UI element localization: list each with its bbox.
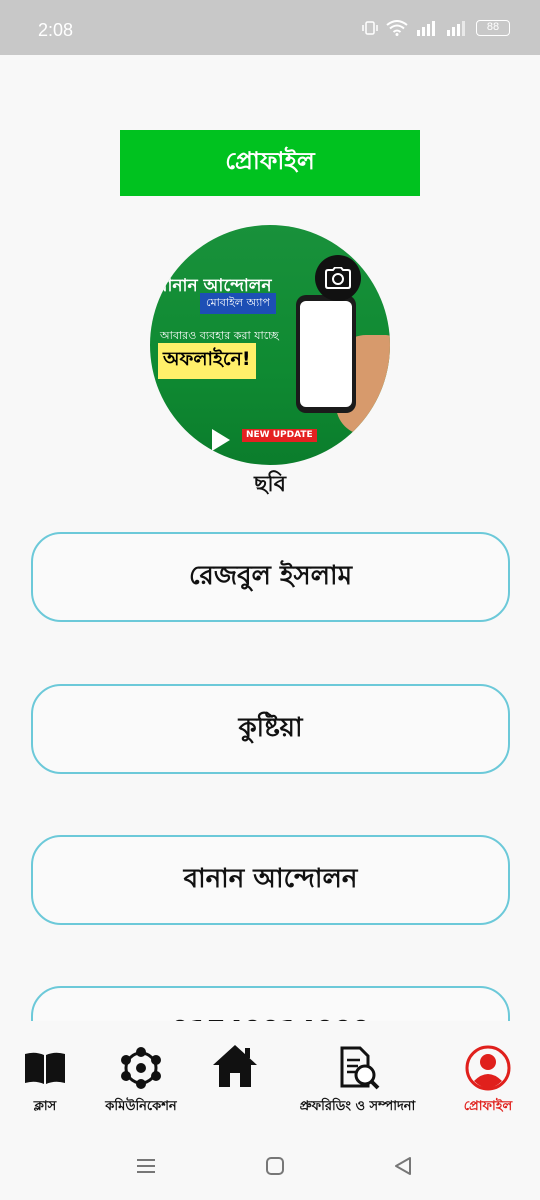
menu-icon[interactable] — [135, 1155, 157, 1177]
status-bar: 2:08 88 — [0, 0, 540, 55]
bottom-nav: ক্লাস কমিউনিকেশন প্রুফরিডিং ও সম্পাদনা প… — [0, 1021, 540, 1135]
name-field[interactable]: রেজবুল ইসলাম — [31, 532, 510, 622]
new-update-badge: NEW UPDATE — [242, 429, 317, 442]
nav-item-class[interactable]: ক্লাস — [10, 1021, 80, 1135]
vibrate-icon — [362, 21, 378, 35]
book-icon — [25, 1052, 65, 1084]
nav-item-communication[interactable]: কমিউনিকেশন — [85, 1021, 197, 1135]
photo-label: ছবি — [254, 472, 286, 497]
profile-content[interactable]: প্রোফাইল বানান আন্দোলন মোবাইল অ্যাপ আবার… — [0, 55, 540, 1021]
home-nav-icon[interactable] — [264, 1155, 286, 1177]
nav-label-proofreading: প্রুফরিডিং ও সম্পাদনা — [299, 1099, 416, 1114]
signal-icon — [417, 21, 435, 36]
status-icons: 88 — [362, 20, 510, 36]
camera-icon — [325, 267, 351, 289]
document-search-icon — [340, 1046, 379, 1090]
page-title: প্রোফাইল — [120, 130, 420, 196]
signal-icon-2 — [447, 21, 465, 36]
district-field[interactable]: কুষ্টিয়া — [31, 684, 510, 774]
nav-item-profile[interactable]: প্রোফাইল — [448, 1021, 528, 1135]
play-store-icon — [212, 429, 230, 451]
banner-highlight: অফলাইনে! — [158, 343, 256, 379]
wifi-icon — [386, 20, 408, 36]
camera-button[interactable] — [315, 255, 361, 301]
back-icon[interactable] — [392, 1155, 414, 1177]
phone-field[interactable]: 01740014000 — [31, 986, 510, 1021]
network-icon — [121, 1047, 161, 1089]
battery-icon: 88 — [476, 20, 510, 36]
home-icon — [213, 1045, 257, 1087]
nav-label-communication: কমিউনিকেশন — [105, 1099, 177, 1114]
user-icon — [465, 1045, 511, 1091]
status-time: 2:08 — [38, 20, 74, 40]
organization-field[interactable]: বানান আন্দোলন — [31, 835, 510, 925]
nav-label-profile: প্রোফাইল — [463, 1099, 513, 1114]
nav-item-proofreading[interactable]: প্রুফরিডিং ও সম্পাদনা — [275, 1021, 440, 1135]
system-nav-bar — [0, 1135, 540, 1200]
phone-illustration — [296, 295, 356, 413]
nav-item-home[interactable] — [205, 1021, 265, 1135]
banner-subtitle: মোবাইল অ্যাপ — [200, 293, 276, 314]
nav-label-class: ক্লাস — [33, 1099, 57, 1114]
